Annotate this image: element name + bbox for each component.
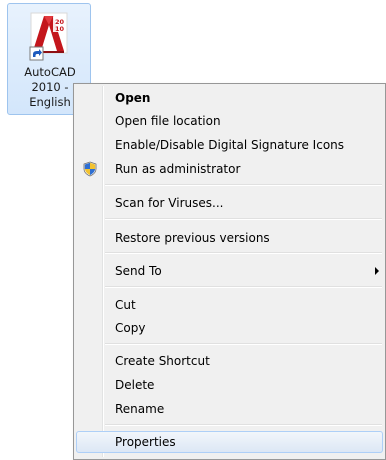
menu-separator xyxy=(105,184,382,186)
menu-item-label: Send To xyxy=(115,264,162,278)
menu-item-create-shortcut[interactable]: Create Shortcut xyxy=(76,350,383,372)
year-badge-bottom: 10 xyxy=(55,25,65,33)
menu-item-label: Enable/Disable Digital Signature Icons xyxy=(115,138,345,152)
menu-item-label: Open file location xyxy=(115,114,221,128)
menu-separator xyxy=(105,424,382,426)
shortcut-arrow-icon xyxy=(29,46,44,61)
menu-item-open[interactable]: Open xyxy=(76,87,383,109)
menu-item-label: Properties xyxy=(115,435,176,449)
menu-item-scan-for-viruses[interactable]: Scan for Viruses... xyxy=(76,192,383,214)
menu-item-label: Cut xyxy=(115,298,136,312)
menu-item-label: Restore previous versions xyxy=(115,231,270,245)
menu-item-label: Rename xyxy=(115,402,165,416)
menu-item-label: Run as administrator xyxy=(115,162,241,176)
menu-item-cut[interactable]: Cut xyxy=(76,294,383,316)
menu-item-label: Scan for Viruses... xyxy=(115,196,224,210)
uac-shield-icon xyxy=(83,161,97,177)
menu-separator xyxy=(105,286,382,288)
menu-separator xyxy=(105,252,382,254)
submenu-arrow-icon xyxy=(375,267,379,275)
menu-item-label: Delete xyxy=(115,378,155,392)
menu-item-properties[interactable]: Properties xyxy=(76,431,383,453)
shortcut-label-line-1: AutoCAD xyxy=(24,65,76,79)
menu-item-send-to[interactable]: Send To xyxy=(76,260,383,282)
menu-item-label: Create Shortcut xyxy=(115,354,210,368)
desktop: 20 10 AutoCAD 2010 - English Open Open f… xyxy=(0,0,386,460)
context-menu: Open Open file location Enable/Disable D… xyxy=(73,83,386,460)
autocad-app-icon: 20 10 xyxy=(29,12,68,61)
menu-item-restore-previous-versions[interactable]: Restore previous versions xyxy=(76,227,383,249)
menu-item-digital-signature-icons[interactable]: Enable/Disable Digital Signature Icons xyxy=(76,134,383,156)
menu-item-delete[interactable]: Delete xyxy=(76,374,383,396)
menu-separator xyxy=(105,218,382,220)
menu-item-label: Open xyxy=(115,91,151,105)
menu-separator xyxy=(105,343,382,345)
menu-item-open-file-location[interactable]: Open file location xyxy=(76,110,383,132)
menu-item-label: Copy xyxy=(115,321,146,335)
menu-item-rename[interactable]: Rename xyxy=(76,398,383,420)
menu-item-copy[interactable]: Copy xyxy=(76,317,383,339)
menu-item-run-as-administrator[interactable]: Run as administrator xyxy=(76,158,383,180)
